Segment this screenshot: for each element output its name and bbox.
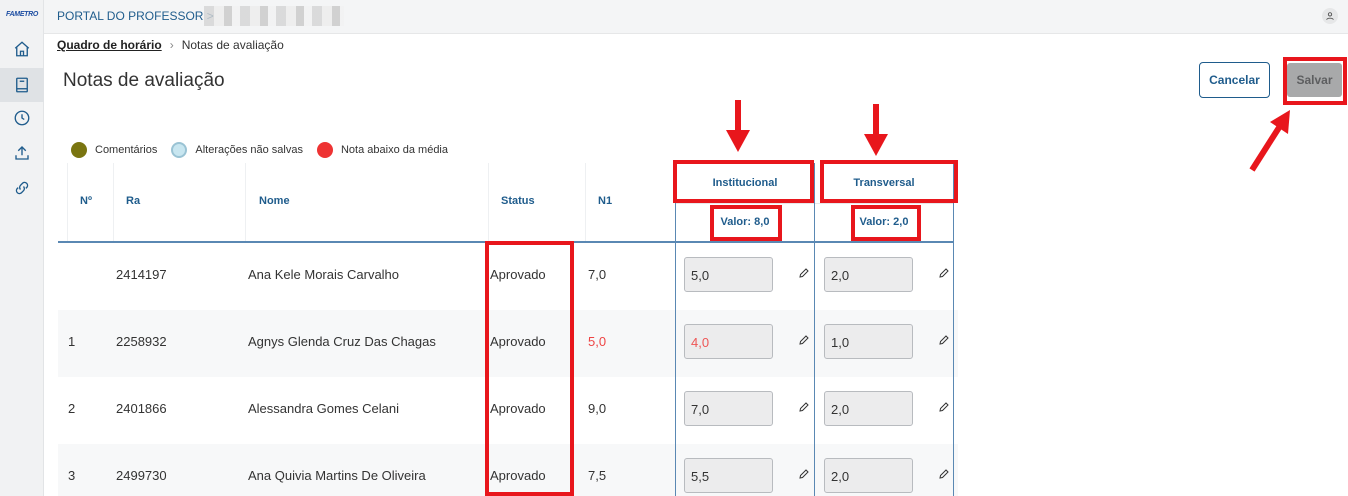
cell-nome: Agnys Glenda Cruz Das Chagas	[248, 334, 436, 349]
sidebar: FAMETRO	[0, 0, 44, 496]
header-divider	[67, 241, 675, 243]
column-divider	[585, 163, 586, 243]
legend-item-below-average: Nota abaixo da média	[316, 142, 448, 158]
legend-label: Alterações não salvas	[195, 144, 303, 156]
upload-button[interactable]	[0, 136, 44, 170]
header-divider	[815, 241, 953, 243]
redacted-text	[204, 6, 344, 26]
cell-n1: 7,0	[588, 267, 607, 282]
cell-num: 2	[68, 401, 76, 416]
annotation-box-valor-institucional	[710, 205, 782, 241]
legend-label: Comentários	[95, 144, 158, 156]
chevron-right-icon: ›	[169, 38, 174, 52]
header-divider	[676, 241, 814, 243]
book-icon	[16, 77, 28, 93]
breadcrumb: Quadro de horário › Notas de avaliação	[57, 38, 284, 52]
annotation-box-save	[1283, 57, 1347, 105]
logo: FAMETRO	[5, 11, 39, 18]
cell-n1: 9,0	[588, 401, 607, 416]
cell-num: 1	[68, 334, 76, 349]
annotation-box-institucional	[673, 160, 814, 203]
annotation-arrow-down-icon	[864, 104, 888, 156]
header-num[interactable]: Nº	[80, 195, 92, 207]
home-button[interactable]	[0, 32, 44, 66]
header-n1[interactable]: N1	[598, 195, 612, 207]
page-title: Notas de avaliação	[63, 70, 225, 91]
upload-icon	[15, 146, 29, 160]
breadcrumb-link-schedule[interactable]: Quadro de horário	[57, 38, 162, 52]
comments-dot-icon	[71, 142, 87, 158]
link-icon	[15, 181, 29, 195]
portal-title[interactable]: PORTAL DO PROFESSOR >	[57, 9, 214, 23]
annotation-arrow-up-right-icon	[1249, 110, 1290, 172]
clock-button[interactable]	[0, 101, 44, 135]
cell-ra: 2401866	[116, 401, 167, 416]
header-nome[interactable]: Nome	[259, 195, 290, 207]
legend-label: Nota abaixo da média	[340, 144, 448, 156]
header-status[interactable]: Status	[501, 195, 535, 207]
cell-n1: 5,0	[588, 334, 607, 349]
legend-item-comments: Comentários	[71, 142, 157, 158]
cell-nome: Ana Quivia Martins De Oliveira	[248, 468, 426, 483]
unsaved-dot-icon	[171, 142, 188, 158]
cell-n1: 7,5	[588, 468, 607, 483]
legend-item-unsaved: Alterações não salvas	[171, 142, 303, 158]
annotation-arrow-down-icon	[726, 100, 750, 152]
breadcrumb-current: Notas de avaliação	[181, 38, 284, 52]
annotation-box-valor-transversal	[851, 205, 921, 241]
annotation-box-transversal	[820, 160, 958, 203]
grades-table: 2414197 Ana Kele Morais Carvalho Aprovad…	[58, 163, 1348, 496]
header-divider	[676, 203, 814, 204]
link-button[interactable]	[0, 171, 44, 205]
column-divider	[113, 163, 114, 243]
annotation-box-status	[485, 241, 574, 496]
cell-ra: 2258932	[116, 334, 167, 349]
cancel-button[interactable]: Cancelar	[1199, 62, 1270, 98]
book-button[interactable]	[0, 68, 44, 102]
column-divider	[488, 163, 489, 243]
header-divider	[58, 163, 67, 243]
legend: Comentários Alterações não salvas Nota a…	[71, 142, 462, 158]
home-icon	[14, 41, 30, 57]
header-ra[interactable]: Ra	[126, 195, 140, 207]
cell-num: 3	[68, 468, 76, 483]
cell-ra: 2499730	[116, 468, 167, 483]
header-divider	[815, 203, 953, 204]
column-divider	[245, 163, 246, 243]
below-average-dot-icon	[316, 142, 333, 158]
cell-nome: Alessandra Gomes Celani	[248, 401, 400, 416]
column-divider	[67, 163, 68, 243]
user-menu-button[interactable]	[1322, 8, 1338, 24]
cell-nome: Ana Kele Morais Carvalho	[248, 267, 400, 282]
top-bar: PORTAL DO PROFESSOR >	[44, 0, 1348, 34]
cell-ra: 2414197	[116, 267, 167, 282]
user-icon	[1326, 12, 1334, 20]
clock-icon	[14, 110, 30, 126]
